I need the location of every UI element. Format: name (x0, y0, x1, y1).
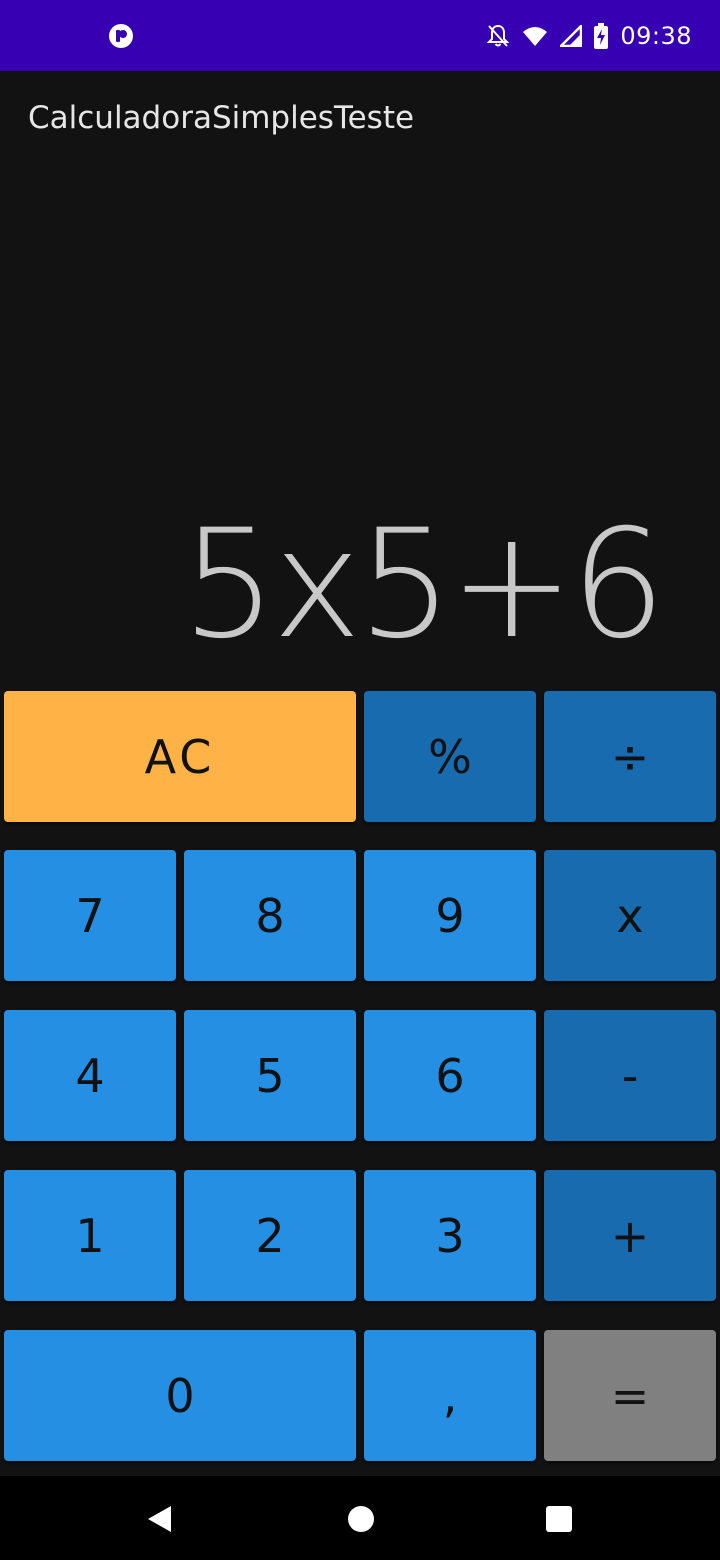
navigation-bar (0, 1476, 720, 1560)
signal-icon (560, 25, 583, 47)
digit-3-button[interactable]: 3 (364, 1170, 536, 1301)
app-notification-icon (109, 24, 133, 48)
minus-button[interactable]: - (544, 1010, 716, 1141)
bell-off-icon (486, 24, 510, 47)
digit-1-button[interactable]: 1 (4, 1170, 176, 1301)
digit-6-button[interactable]: 6 (364, 1010, 536, 1141)
expression-display: 5x5+6 (181, 498, 666, 672)
digit-2-button[interactable]: 2 (184, 1170, 356, 1301)
status-clock: 09:38 (620, 22, 692, 50)
digit-7-button[interactable]: 7 (4, 850, 176, 981)
clear-button[interactable]: AC (4, 691, 356, 822)
comma-button[interactable]: , (364, 1330, 536, 1461)
digit-5-button[interactable]: 5 (184, 1010, 356, 1141)
multiply-button[interactable]: x (544, 850, 716, 981)
percent-button[interactable]: % (364, 691, 536, 822)
digit-0-button[interactable]: 0 (4, 1330, 356, 1461)
home-icon[interactable] (347, 1504, 375, 1534)
battery-charging-icon (594, 23, 609, 49)
status-bar: 09:38 (0, 0, 720, 71)
wifi-icon (523, 27, 548, 46)
equals-button[interactable]: = (544, 1330, 716, 1461)
plus-button[interactable]: + (544, 1170, 716, 1301)
status-icons: 09:38 (486, 20, 692, 52)
app-title: CalculadoraSimplesTeste (28, 100, 415, 136)
recents-icon[interactable] (545, 1504, 573, 1534)
digit-4-button[interactable]: 4 (4, 1010, 176, 1141)
divide-button[interactable]: ÷ (544, 691, 716, 822)
back-icon[interactable] (145, 1504, 173, 1534)
calculator-display: 5x5+6 (0, 500, 720, 670)
digit-9-button[interactable]: 9 (364, 850, 536, 981)
digit-8-button[interactable]: 8 (184, 850, 356, 981)
keypad: AC % ÷ 7 8 9 x 4 5 6 - 1 2 3 + 0 , = (0, 687, 720, 1475)
